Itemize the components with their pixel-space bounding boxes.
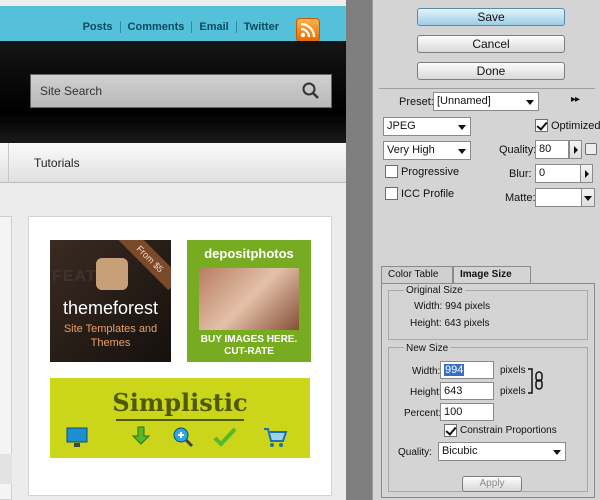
preview-scroll-gutter — [346, 0, 372, 500]
ad-tagline: BUY IMAGES HERE. CUT-RATE — [187, 334, 311, 358]
resample-quality-label: Quality: — [398, 447, 432, 458]
site-search-box[interactable]: Site Search — [30, 74, 332, 108]
preset-select[interactable]: [Unnamed] — [433, 92, 539, 111]
ad-themeforest[interactable]: FEATUR From $5 themeforest Site Template… — [50, 240, 171, 362]
panel-divider — [379, 88, 595, 89]
percent-field[interactable]: 100 — [440, 403, 494, 421]
dropdown-arrow-icon — [458, 125, 466, 130]
cart-icon — [264, 428, 288, 447]
top-links: Posts Comments Email Twitter — [76, 21, 286, 33]
ad-photo — [199, 268, 299, 330]
original-size-group — [388, 290, 588, 340]
monitor-icon — [66, 427, 88, 447]
preset-value: [Unnamed] — [437, 95, 491, 107]
original-width-text: Width: 994 pixels — [414, 301, 491, 312]
spin-arrow-icon[interactable] — [569, 140, 582, 159]
save-button[interactable]: Save — [417, 8, 565, 26]
dropdown-arrow-icon — [584, 196, 592, 201]
height-unit-label: pixels — [500, 386, 526, 397]
dropdown-arrow-icon — [526, 100, 534, 105]
search-input[interactable]: Site Search — [40, 84, 102, 98]
constrain-proportions-label: Constrain Proportions — [460, 425, 557, 436]
percent-label: Percent: — [404, 408, 442, 419]
themeforest-logo-icon — [96, 258, 128, 290]
optimized-checkbox[interactable] — [535, 119, 548, 132]
settings-menu-icon[interactable]: ▸▸ — [571, 94, 580, 105]
checkmark-icon — [213, 427, 237, 447]
cancel-button[interactable]: Cancel — [417, 35, 565, 53]
preview-page: Posts Comments Email Twitter Site Search — [0, 0, 346, 500]
rss-icon[interactable] — [296, 18, 320, 42]
ad-brand: themeforest — [62, 298, 159, 318]
save-for-web-panel: Save Cancel Done Preset: [Unnamed] ▸▸ JP… — [372, 0, 600, 500]
optimized-label: Optimized — [551, 120, 600, 132]
quality-field[interactable]: 80 — [535, 140, 569, 159]
ad-simplistic[interactable]: Simplistic — [50, 378, 310, 458]
ad-title: Simplistic — [112, 388, 248, 417]
link-icon[interactable] — [528, 366, 548, 396]
resample-quality-value: Bicubic — [442, 445, 478, 457]
nav-divider — [8, 143, 9, 183]
blur-field[interactable]: 0 — [535, 164, 581, 183]
link-email[interactable]: Email — [192, 21, 235, 33]
apply-button[interactable]: Apply — [462, 476, 522, 492]
new-width-field[interactable]: 994 — [440, 361, 494, 379]
search-icon[interactable] — [301, 81, 321, 104]
quality-mask-icon[interactable] — [585, 143, 597, 155]
site-header: Site Search — [0, 41, 346, 143]
matte-select[interactable] — [535, 188, 585, 207]
dropdown-arrow-icon — [553, 450, 561, 455]
preset-label: Preset: — [399, 96, 434, 108]
dropdown-arrow-icon — [458, 149, 466, 154]
web-preview: Posts Comments Email Twitter Site Search — [0, 0, 372, 500]
format-select[interactable]: JPEG — [383, 117, 471, 136]
icc-profile-label: ICC Profile — [401, 188, 455, 200]
link-twitter[interactable]: Twitter — [237, 21, 286, 33]
original-height-text: Height: 643 pixels — [410, 318, 490, 329]
ad-depositphotos[interactable]: depositphotos BUY IMAGES HERE. CUT-RATE — [187, 240, 311, 362]
icc-profile-checkbox[interactable] — [385, 187, 398, 200]
ad-line-2: CUT-RATE — [224, 346, 274, 357]
tab-color-table[interactable]: Color Table — [381, 266, 453, 284]
quality-preset-value: Very High — [387, 144, 435, 156]
zoom-in-icon — [173, 427, 194, 448]
ad-line-1: BUY IMAGES HERE. — [200, 334, 298, 345]
image-size-pane: Original Size Width: 994 pixels Height: … — [381, 283, 595, 498]
new-height-label: Height: — [410, 387, 442, 398]
link-posts[interactable]: Posts — [76, 21, 120, 33]
done-button[interactable]: Done — [417, 62, 565, 80]
spin-arrow-icon[interactable] — [580, 164, 593, 183]
tab-image-size[interactable]: Image Size — [453, 266, 531, 284]
ad-underline — [116, 419, 244, 421]
ad-tagline: Site Templates and Themes — [63, 323, 158, 349]
download-icon — [131, 426, 151, 445]
new-width-value: 994 — [444, 364, 465, 376]
constrain-proportions-checkbox[interactable] — [444, 424, 457, 437]
width-unit-label: pixels — [500, 365, 526, 376]
blur-label: Blur: — [509, 168, 532, 180]
progressive-label: Progressive — [401, 166, 460, 178]
link-comments[interactable]: Comments — [121, 21, 192, 33]
matte-label: Matte: — [505, 192, 536, 204]
nav-item-tutorials[interactable]: Tutorials — [34, 156, 80, 170]
new-size-title: New Size — [404, 343, 451, 354]
matte-dropdown-button[interactable] — [581, 188, 595, 207]
new-width-label: Width: — [412, 366, 441, 377]
format-value: JPEG — [387, 120, 416, 132]
content-column — [0, 216, 12, 500]
ad-brand: depositphotos — [204, 246, 294, 261]
new-height-field[interactable]: 643 — [440, 382, 494, 400]
top-bar: Posts Comments Email Twitter — [0, 6, 346, 42]
quality-preset-select[interactable]: Very High — [383, 141, 471, 160]
progressive-checkbox[interactable] — [385, 165, 398, 178]
main-nav: Tutorials — [0, 143, 346, 183]
content-block — [0, 454, 12, 484]
quality-label: Quality: — [499, 144, 537, 156]
original-size-title: Original Size — [404, 285, 465, 296]
resample-quality-select[interactable]: Bicubic — [438, 442, 566, 461]
